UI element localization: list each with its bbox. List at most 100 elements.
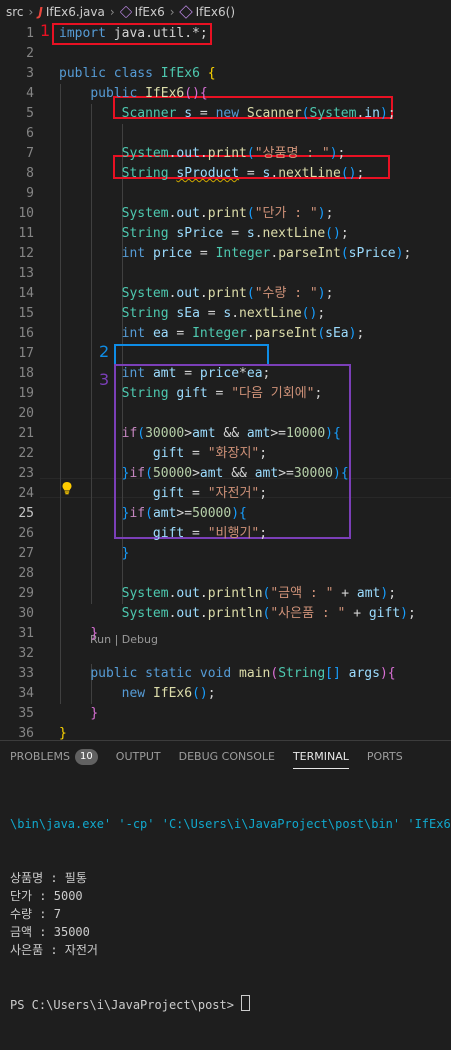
code-token: .	[254, 226, 263, 241]
tab-terminal[interactable]: TERMINAL	[292, 741, 349, 773]
code-token: )	[400, 606, 408, 621]
code-line[interactable]: 12 int price = Integer.parseInt(sPrice);	[0, 244, 451, 264]
panel-tabs: PROBLEMS 10 OUTPUT DEBUG CONSOLE TERMINAL POR…	[0, 741, 451, 773]
breadcrumb-folder[interactable]: src	[6, 5, 24, 19]
code-line[interactable]: 31 }	[0, 624, 451, 644]
code-line[interactable]: 22 gift = "화장지";	[0, 444, 451, 464]
code-line[interactable]: 35 }	[0, 704, 451, 724]
code-line[interactable]: 1 import java.util.*;	[0, 24, 451, 44]
code-line[interactable]: 11 String sPrice = s.nextLine();	[0, 224, 451, 244]
code-line[interactable]: 8 String sProduct = s.nextLine();	[0, 164, 451, 184]
code-text: System.out.println("금액 : " + amt);	[59, 584, 396, 604]
code-line[interactable]: 9	[0, 184, 451, 204]
code-line[interactable]: 30 System.out.println("사은품 : " + gift);	[0, 604, 451, 624]
breadcrumb-file[interactable]: IfEx6.java	[46, 5, 105, 19]
tab-ports[interactable]: PORTS	[367, 741, 403, 773]
code-token: =	[184, 446, 208, 461]
code-line[interactable]: 3 public class IfEx6 {	[0, 64, 451, 84]
code-line[interactable]: 19 String gift = "다음 기회에";	[0, 384, 451, 404]
code-token: =	[239, 166, 263, 181]
code-token: int	[121, 326, 146, 341]
line-number: 1	[26, 26, 34, 41]
code-line[interactable]: 13	[0, 264, 451, 284]
code-token: String	[278, 666, 326, 681]
code-token: (	[145, 466, 153, 481]
breadcrumb-class[interactable]: IfEx6	[135, 5, 165, 19]
code-text: public IfEx6(){	[59, 84, 207, 104]
code-token: sPrice	[176, 226, 224, 241]
code-token: (	[246, 206, 255, 221]
code-editor[interactable]: 1 2 3 Run | Debug 1 import java.util.*; 2 3…	[0, 21, 451, 741]
code-token: &&	[215, 426, 247, 441]
code-token: if	[129, 506, 146, 521]
code-line[interactable]: 25 }if(amt>=50000){	[0, 504, 451, 524]
code-line[interactable]: 15 String sEa = s.nextLine();	[0, 304, 451, 324]
tab-label: TERMINAL	[292, 750, 349, 763]
code-token: sProduct	[176, 166, 240, 181]
code-line[interactable]: 17	[0, 344, 451, 364]
code-token: .	[199, 286, 208, 301]
code-token: ()	[325, 226, 341, 241]
code-token: public	[90, 86, 138, 101]
line-number: 6	[26, 126, 34, 141]
code-token: price	[199, 366, 240, 381]
chevron-right-icon: ›	[28, 5, 34, 19]
code-line[interactable]: 21 if(30000>amt && amt>=10000){	[0, 424, 451, 444]
line-number: 5	[26, 106, 34, 121]
code-text: System.out.print("수량 : ");	[59, 284, 334, 304]
code-token: amt	[246, 426, 271, 441]
code-line[interactable]: 18 int amt = price*ea;	[0, 364, 451, 384]
code-token: =	[192, 246, 216, 261]
code-token: }	[90, 626, 99, 641]
code-line[interactable]: 10 System.out.print("단가 : ");	[0, 204, 451, 224]
tab-output[interactable]: OUTPUT	[116, 741, 161, 773]
line-number: 4	[26, 86, 34, 101]
code-line[interactable]: 16 int ea = Integer.parseInt(sEa);	[0, 324, 451, 344]
code-token: )	[332, 466, 341, 481]
code-line[interactable]: 27 }	[0, 544, 451, 564]
code-token: >	[192, 466, 200, 481]
line-number: 24	[18, 486, 34, 501]
code-line[interactable]: 34 new IfEx6();	[0, 684, 451, 704]
problems-count-badge: 10	[75, 749, 98, 765]
code-text: }	[59, 704, 98, 724]
terminal[interactable]: \bin\java.exe' '-cp' 'C:\Users\i\JavaPro…	[10, 779, 451, 1050]
code-line[interactable]: 32	[0, 644, 451, 664]
code-token: println	[207, 586, 263, 601]
line-number: 17	[18, 346, 34, 361]
line-number: 9	[26, 186, 34, 201]
code-line[interactable]: 29 System.out.println("금액 : " + amt);	[0, 584, 451, 604]
tab-problems[interactable]: PROBLEMS 10	[10, 741, 98, 773]
tab-debug-console[interactable]: DEBUG CONSOLE	[179, 741, 275, 773]
code-line[interactable]: 4 public IfEx6(){	[0, 84, 451, 104]
code-line[interactable]: 14 System.out.print("수량 : ");	[0, 284, 451, 304]
code-line[interactable]: 33 public static void main(String[] args…	[0, 664, 451, 684]
breadcrumb-method[interactable]: IfEx6()	[196, 5, 235, 19]
breadcrumb: src › J IfEx6.java › IfEx6 › IfEx6()	[0, 0, 451, 24]
code-token: "사은품 : "	[270, 606, 346, 621]
code-token: new	[121, 686, 146, 701]
code-token: gift	[152, 526, 185, 541]
code-line[interactable]: 2	[0, 44, 451, 64]
code-token: ()	[184, 86, 200, 101]
code-line[interactable]: 20	[0, 404, 451, 424]
line-number: 30	[18, 606, 34, 621]
code-token: print	[207, 206, 247, 221]
code-token: +	[333, 586, 357, 601]
code-text: }if(50000>amt && amt>=30000){	[59, 464, 349, 484]
code-line[interactable]: 28	[0, 564, 451, 584]
code-line[interactable]: 5 Scanner s = new Scanner(System.in);	[0, 104, 451, 124]
code-text: }	[59, 624, 98, 644]
code-line[interactable]: 24 gift = "자전거";	[0, 484, 451, 504]
code-line[interactable]: 26 gift = "비행기";	[0, 524, 451, 544]
code-line[interactable]: 7 System.out.print("상품명 : ");	[0, 144, 451, 164]
code-line[interactable]: 23 }if(50000>amt && amt>=30000){	[0, 464, 451, 484]
code-token: ;	[325, 206, 334, 221]
code-token: }	[121, 546, 130, 561]
code-line[interactable]: 6	[0, 124, 451, 144]
